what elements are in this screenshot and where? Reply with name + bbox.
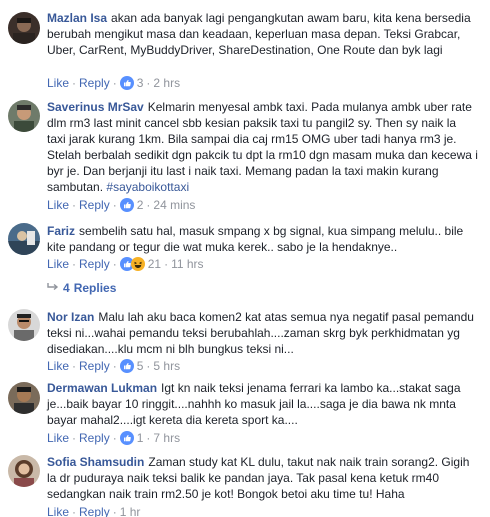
separator-dot: ·: [72, 359, 77, 373]
separator-dot: ·: [146, 198, 151, 212]
comment-actions: Like · Reply · 1 · 7 hrs: [47, 430, 180, 449]
avatar[interactable]: [8, 455, 40, 487]
separator-dot: ·: [72, 76, 77, 90]
view-replies-link[interactable]: 4 Replies: [47, 281, 116, 295]
separator-dot: ·: [72, 257, 77, 271]
comment-body: Nor Izan Malu lah aku baca komen2 kat ata…: [47, 309, 478, 357]
timestamp[interactable]: 24 mins: [153, 198, 195, 212]
reaction-count[interactable]: 3: [137, 76, 144, 90]
separator-dot: ·: [112, 431, 117, 445]
like-icon[interactable]: [119, 198, 134, 216]
separator-dot: ·: [112, 198, 117, 212]
avatar[interactable]: [8, 223, 40, 255]
timestamp[interactable]: 2 hrs: [153, 76, 180, 90]
separator-dot: ·: [112, 76, 117, 90]
separator-dot: ·: [112, 359, 117, 373]
comment-actions: Like · Reply · 2 · 24 mins: [47, 197, 195, 216]
avatar[interactable]: [8, 100, 40, 132]
like-link[interactable]: Like: [47, 76, 69, 90]
comment-text: Malu lah aku baca komen2 kat atas semua …: [47, 310, 474, 356]
hashtag-link[interactable]: #sayaboikottaxi: [106, 180, 189, 194]
reply-link[interactable]: Reply: [79, 359, 110, 373]
like-icon[interactable]: [119, 359, 134, 377]
reply-link[interactable]: Reply: [79, 257, 110, 271]
separator-dot: ·: [72, 198, 77, 212]
comment-actions: Like · Reply · 5 · 5 hrs: [47, 358, 180, 377]
like-link[interactable]: Like: [47, 505, 69, 517]
like-icon[interactable]: [119, 76, 134, 94]
timestamp[interactable]: 7 hrs: [153, 431, 180, 445]
separator-dot: ·: [146, 359, 151, 373]
reply-link[interactable]: Reply: [79, 505, 110, 517]
avatar[interactable]: [8, 382, 40, 414]
comment-author[interactable]: Saverinus MrSav: [47, 100, 144, 114]
like-link[interactable]: Like: [47, 198, 69, 212]
avatar[interactable]: [8, 12, 40, 44]
timestamp[interactable]: 1 hr: [120, 505, 141, 517]
separator-dot: ·: [72, 505, 77, 517]
timestamp[interactable]: 11 hrs: [171, 257, 203, 271]
avatar[interactable]: [8, 309, 40, 341]
comment-body: Sofia Shamsudin Zaman study kat KL dulu, …: [47, 454, 478, 502]
separator-dot: ·: [112, 257, 117, 271]
separator-dot: ·: [112, 505, 117, 517]
reply-link[interactable]: Reply: [79, 198, 110, 212]
replies-count[interactable]: 4: [63, 281, 70, 295]
comment-body: Dermawan Lukman Igt kn naik teksi jenama …: [47, 380, 478, 428]
like-link[interactable]: Like: [47, 359, 69, 373]
like-link[interactable]: Like: [47, 257, 69, 271]
like-link[interactable]: Like: [47, 431, 69, 445]
comment-body: Fariz sembelih satu hal, masuk smpang x b…: [47, 223, 478, 255]
reaction-count[interactable]: 21: [148, 257, 161, 271]
comment-author[interactable]: Mazlan Isa: [47, 11, 107, 25]
comment-body: Saverinus MrSav Kelmarin menyesal ambk ta…: [47, 99, 478, 195]
reaction-count[interactable]: 2: [137, 198, 144, 212]
separator-dot: ·: [164, 257, 169, 271]
like-icon[interactable]: [119, 431, 134, 449]
reaction-count[interactable]: 5: [137, 359, 144, 373]
comment-text: sembelih satu hal, masuk smpang x bg sig…: [47, 224, 464, 254]
comment-author[interactable]: Sofia Shamsudin: [47, 455, 144, 469]
timestamp[interactable]: 5 hrs: [153, 359, 180, 373]
reaction-count[interactable]: 1: [137, 431, 144, 445]
comment-actions: Like · Reply · 3 · 2 hrs: [47, 75, 180, 94]
comment-author[interactable]: Nor Izan: [47, 310, 94, 324]
comment-author[interactable]: Fariz: [47, 224, 75, 238]
comment-text: akan ada banyak lagi pengangkutan awam b…: [47, 11, 471, 57]
comment-author[interactable]: Dermawan Lukman: [47, 381, 157, 395]
comment-body: Mazlan Isa akan ada banyak lagi pengangku…: [47, 10, 478, 58]
reply-link[interactable]: Reply: [79, 76, 110, 90]
replies-label[interactable]: Replies: [74, 281, 117, 295]
haha-icon[interactable]: [130, 257, 145, 275]
reply-link[interactable]: Reply: [79, 431, 110, 445]
reply-arrow-icon: [47, 281, 59, 295]
separator-dot: ·: [146, 431, 151, 445]
separator-dot: ·: [72, 431, 77, 445]
separator-dot: ·: [146, 76, 151, 90]
comment-actions: Like · Reply · 1 hr: [47, 504, 140, 517]
comment-actions: Like · Reply · 21 · 11 hrs: [47, 256, 204, 275]
